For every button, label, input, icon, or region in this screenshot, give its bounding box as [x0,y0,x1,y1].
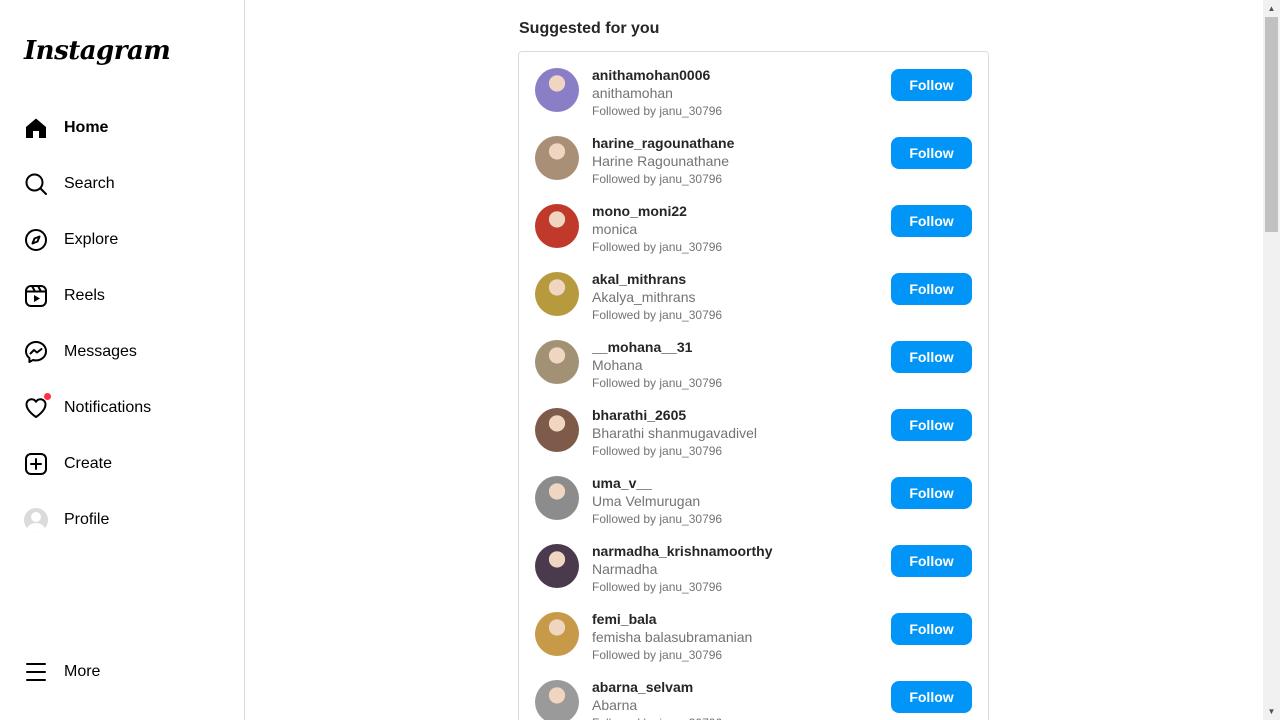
avatar[interactable] [535,340,579,384]
suggestion-row: akal_mithrans Akalya_mithrans Followed by … [519,264,988,332]
avatar[interactable] [535,680,579,720]
full-name: Mohana [592,357,643,373]
followed-by-text: Followed by janu_30796 [592,716,722,720]
username-link[interactable]: bharathi_2605 [592,407,686,423]
follow-button[interactable]: Follow [891,69,972,101]
heart-icon [24,392,52,420]
followed-by-text: Followed by janu_30796 [592,512,723,526]
page-title: Suggested for you [519,20,660,37]
nav-label-messages: Messages [64,343,137,360]
followed-by-text: Followed by janu_30796 [592,648,723,662]
avatar[interactable] [535,136,579,180]
suggestion-row: narmadha_krishnamoorthy Narmadha Followed … [519,536,988,604]
username-link[interactable]: harine_ragounathane [592,135,734,151]
avatar[interactable] [535,272,579,316]
suggestion-row: bharathi_2605 Bharathi shanmugavadivel Fol… [519,400,988,468]
menu-icon [24,660,48,684]
avatar[interactable] [535,408,579,452]
username-link[interactable]: narmadha_krishnamoorthy [592,543,773,559]
nav-label-create: Create [64,455,113,472]
full-name: anithamohan [592,85,673,101]
full-name: Abarna [592,697,638,713]
suggestions-list: anithamohan0006 anithamohan Followed by ja… [518,51,989,720]
suggestion-row: uma_v__ Uma Velmurugan Followed by janu_30… [519,468,988,536]
full-name: Bharathi shanmugavadivel [592,425,757,441]
nav-item-reels[interactable]: Reels [12,272,232,320]
nav-item-create[interactable]: Create [12,440,232,488]
followed-by-text: Followed by janu_30796 [592,308,723,322]
scroll-thumb[interactable] [1265,17,1278,232]
profile-avatar-icon [24,508,48,532]
full-name: monica [592,221,638,237]
avatar[interactable] [535,204,579,248]
home-icon [24,116,48,140]
reels-icon [24,284,48,308]
search-icon [24,172,48,196]
notification-badge [43,392,52,401]
followed-by-text: Followed by janu_30796 [592,444,723,458]
avatar[interactable] [535,612,579,656]
avatar[interactable] [535,544,579,588]
suggestion-row: abarna_selvam Abarna Followed by janu_3079… [519,672,988,720]
avatar[interactable] [535,476,579,520]
nav-item-messages[interactable]: Messages [12,328,232,376]
followed-by-text: Followed by janu_30796 [592,580,723,594]
username-link[interactable]: femi_bala [592,611,657,627]
follow-button[interactable]: Follow [891,477,972,509]
messenger-icon [24,340,48,364]
scrollbar[interactable]: ▲ ▼ [1263,0,1280,720]
suggestion-row: __mohana__31 Mohana Followed by janu_30796… [519,332,988,400]
username-link[interactable]: mono_moni22 [592,203,687,219]
followed-by-text: Followed by janu_30796 [592,240,723,254]
nav-item-explore[interactable]: Explore [12,216,232,264]
nav-item-profile[interactable]: Profile [12,496,232,544]
nav-item-home[interactable]: Home [12,104,232,152]
follow-button[interactable]: Follow [891,545,972,577]
follow-button[interactable]: Follow [891,409,972,441]
full-name: Harine Ragounathane [592,153,729,169]
followed-by-text: Followed by janu_30796 [592,376,723,390]
follow-button[interactable]: Follow [891,137,972,169]
nav-label-notifications: Notifications [64,399,152,416]
username-link[interactable]: uma_v__ [592,475,652,491]
follow-button[interactable]: Follow [891,681,972,713]
sidebar: Instagram Home Search Explore Reels Mess… [0,0,245,720]
username-link[interactable]: __mohana__31 [592,339,692,355]
username-link[interactable]: akal_mithrans [592,271,686,287]
nav-label-search: Search [64,175,115,192]
full-name: Uma Velmurugan [592,493,701,509]
follow-button[interactable]: Follow [891,613,972,645]
username-link[interactable]: abarna_selvam [592,679,693,695]
avatar[interactable] [535,68,579,112]
avatar [24,508,48,532]
full-name: femisha balasubramanian [592,629,753,645]
nav-label-reels: Reels [64,287,105,304]
suggestion-row: harine_ragounathane Harine Ragounathane Fo… [519,128,988,196]
full-name: Narmadha [592,561,658,577]
nav-label-explore: Explore [64,231,119,248]
suggestion-row: mono_moni22monica Followed by janu_30796 F… [519,196,988,264]
nav-item-search[interactable]: Search [12,160,232,208]
plus-square-icon [24,452,48,476]
followed-by-text: Followed by janu_30796 [592,172,723,186]
nav-item-more[interactable]: More [12,648,232,696]
full-name: Akalya_mithrans [592,289,696,305]
follow-button[interactable]: Follow [891,205,972,237]
nav-label-home: Home [64,119,109,136]
suggestion-row: femi_balafemisha balasubramanian Followed… [519,604,988,672]
scroll-down-arrow-icon[interactable]: ▼ [1263,703,1280,720]
follow-button[interactable]: Follow [891,273,972,305]
nav-label-profile: Profile [64,511,110,528]
scroll-up-arrow-icon[interactable]: ▲ [1263,0,1280,17]
suggestion-row: anithamohan0006 anithamohan Followed by ja… [519,60,988,128]
nav-label-more: More [64,663,101,680]
followed-by-text: Followed by janu_30796 [592,104,723,118]
nav-item-notifications[interactable]: Notifications [12,384,232,432]
username-link[interactable]: anithamohan0006 [592,67,710,83]
instagram-logo[interactable]: Instagram [24,36,171,66]
compass-icon [24,228,48,252]
follow-button[interactable]: Follow [891,341,972,373]
